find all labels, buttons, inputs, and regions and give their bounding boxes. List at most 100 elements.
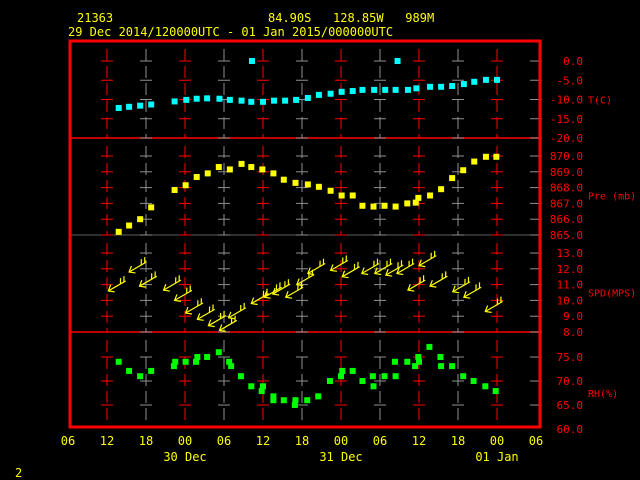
station-id: 21363 <box>77 11 113 25</box>
wind-barb-feather <box>123 276 125 282</box>
wind-barb-feather <box>322 258 325 265</box>
rh-point <box>338 373 344 380</box>
wind-barb-feather <box>154 271 156 278</box>
rh-point <box>438 363 445 370</box>
y-tick-label: 60.0 <box>557 423 584 436</box>
time-range: 29 Dec 2014/120000UTC - 01 Jan 2015/0000… <box>68 25 393 39</box>
temp-point <box>338 88 345 95</box>
temp-point <box>304 94 311 101</box>
wind-barb-shaft <box>251 293 269 305</box>
wind-barb <box>307 258 326 276</box>
x-tick-label: 18 <box>451 434 465 448</box>
wind-barb-feather <box>376 258 379 265</box>
date-label: 31 Dec <box>319 450 362 464</box>
temp-point <box>260 98 266 105</box>
pressure-point <box>215 164 222 171</box>
pressure-point <box>126 222 133 229</box>
pressure-point <box>280 176 287 183</box>
temp-point <box>449 83 456 90</box>
wind-barb <box>173 285 193 302</box>
rh-point <box>137 373 144 380</box>
wind-barb-feather <box>422 275 425 282</box>
wind-barb-feather <box>400 260 403 267</box>
temp-point <box>427 83 434 90</box>
x-tick-label: 00 <box>490 434 504 448</box>
temp-point <box>248 98 255 105</box>
rh-point <box>280 397 287 404</box>
y-tick-label: -20.0 <box>550 132 583 145</box>
temp-point <box>394 58 401 64</box>
wind-barb-shaft <box>429 275 448 287</box>
wind-barb-shaft <box>463 286 482 298</box>
wind-barb-feather <box>212 304 214 311</box>
wind-barb-shaft <box>307 263 326 275</box>
rh-point <box>115 358 122 365</box>
temp-point <box>494 76 500 83</box>
wind-barb <box>329 255 349 272</box>
wind-barb <box>341 261 360 279</box>
rh-point <box>248 383 255 390</box>
temp-point <box>216 95 223 102</box>
rh-point <box>228 363 235 370</box>
pressure-point <box>259 166 266 173</box>
x-tick-label: 18 <box>139 434 153 448</box>
pressure-point <box>226 166 233 173</box>
pressure-point <box>292 179 299 186</box>
rh-point <box>426 343 433 350</box>
temp-point <box>293 96 300 103</box>
rh-point <box>148 367 155 374</box>
pressure-point <box>338 192 345 199</box>
pressure-point <box>137 216 144 223</box>
wind-barb-feather <box>189 285 191 292</box>
rh-point <box>460 373 467 380</box>
temp-point <box>171 98 178 105</box>
wind-barb-shaft <box>128 261 147 273</box>
wind-barb-feather <box>279 282 281 289</box>
wind-barb-feather <box>243 302 245 309</box>
date-label: 01 Jan <box>475 450 518 464</box>
wind-barb-shaft <box>285 286 304 298</box>
x-tick-label: 00 <box>178 434 192 448</box>
wind-barb <box>107 276 126 293</box>
wind-barb-shaft <box>108 280 126 292</box>
wind-barb <box>484 296 503 314</box>
temp-point <box>438 83 445 90</box>
x-tick-label: 00 <box>334 434 348 448</box>
y-tick-label: 8.0 <box>563 326 583 339</box>
wind-barb <box>227 302 247 320</box>
temp-point <box>349 88 356 95</box>
wind-barb <box>429 271 448 288</box>
y-tick-label: -15.0 <box>550 113 583 126</box>
page-number: 2 <box>15 466 22 480</box>
wind-barb-shaft <box>219 319 238 331</box>
y-tick-label: 75.0 <box>557 351 584 364</box>
wind-barb <box>196 304 215 321</box>
wind-barb-feather <box>345 255 347 262</box>
temp-point <box>460 81 467 88</box>
rh-point <box>237 373 244 380</box>
y-tick-label: 0.0 <box>563 55 583 68</box>
pressure-point <box>359 202 366 209</box>
wind-barb <box>451 276 471 294</box>
temp-point <box>148 101 155 108</box>
rh-point <box>404 358 411 365</box>
rh-point <box>172 358 179 365</box>
x-tick-label: 12 <box>256 434 270 448</box>
y-tick-label: 13.0 <box>557 247 584 260</box>
wind-barb-feather <box>178 275 180 282</box>
pressure-point <box>460 167 467 174</box>
temp-point <box>248 58 255 64</box>
wind-barb <box>418 250 437 268</box>
rh-point <box>204 354 211 360</box>
rh-point <box>449 363 456 370</box>
rh-point <box>392 373 399 380</box>
pressure-point <box>471 158 478 165</box>
y-tick-label: 867.0 <box>550 197 583 210</box>
wind-barb-feather <box>478 282 481 289</box>
temp-point <box>392 86 399 93</box>
rh-point <box>381 373 388 380</box>
rh-point <box>369 373 376 380</box>
series-label: SPD(MPS) <box>588 289 636 300</box>
temp-point <box>137 102 144 109</box>
x-tick-label: 06 <box>217 434 231 448</box>
